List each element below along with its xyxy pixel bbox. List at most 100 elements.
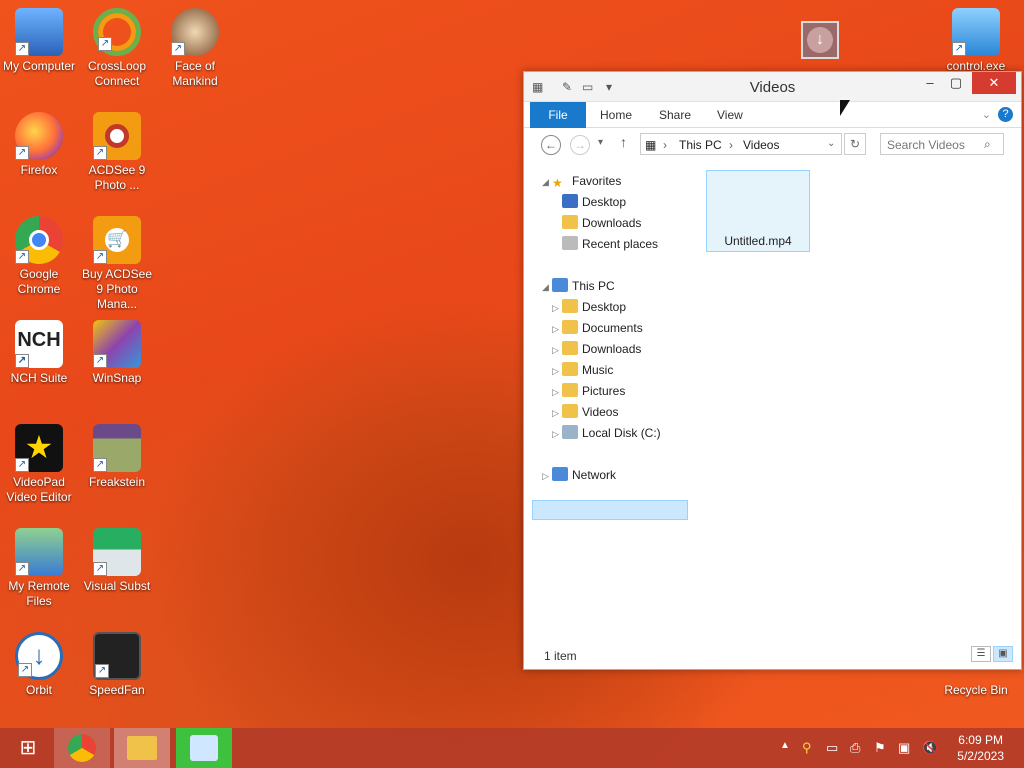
large-icons-view-icon[interactable]: ▣ — [993, 646, 1013, 662]
explorer-window: ▦ ✎ ▭ ▾ Videos – ▢ ✕ File Home Share Vie… — [523, 71, 1022, 670]
desktop-icon-orbit[interactable]: ↓ ↗ Orbit — [0, 632, 78, 698]
mouse-cursor-icon — [840, 100, 850, 116]
desktop-icon-my-remote-files[interactable]: ↗ My Remote Files — [0, 528, 78, 609]
recent-locations-chevron-icon[interactable]: ▾ — [598, 137, 603, 148]
chevron-right-icon: › — [663, 138, 667, 152]
collapsed-icon[interactable]: ▷ — [542, 467, 552, 486]
breadcrumb-videos[interactable]: Videos — [743, 138, 779, 152]
tab-home[interactable]: Home — [590, 102, 642, 128]
search-tray-icon[interactable]: ⚲ — [802, 740, 812, 756]
acdsee-icon: ↗ — [93, 112, 141, 160]
action-center-icon[interactable]: ⚑ — [874, 740, 886, 756]
details-view-icon[interactable]: ☰ — [971, 646, 991, 662]
tree-pc-local-disk[interactable]: ▷ Local Disk (C:) — [552, 424, 661, 443]
network-tray-icon[interactable]: ▣ — [898, 740, 910, 756]
tree-pc-videos[interactable]: ▷ Videos — [552, 403, 618, 422]
tree-pc-desktop[interactable]: ▷ Desktop — [552, 298, 626, 317]
tree-fav-desktop[interactable]: Desktop — [562, 193, 626, 212]
tree-network[interactable]: ▷ Network — [542, 466, 616, 485]
file-explorer-icon — [127, 736, 157, 760]
address-bar[interactable]: ▦ › This PC › Videos ⌄ — [640, 133, 842, 155]
firefox-icon: ↗ — [15, 112, 63, 160]
tree-favorites[interactable]: ◢ ★ Favorites — [542, 172, 621, 191]
tab-file[interactable]: File — [530, 102, 586, 128]
collapsed-icon[interactable]: ▷ — [552, 341, 562, 360]
tree-fav-recent-places[interactable]: Recent places — [562, 235, 658, 254]
collapsed-icon[interactable]: ▷ — [552, 425, 562, 444]
clock[interactable]: 6:09 PM 5/2/2023 — [957, 732, 1004, 764]
back-button[interactable]: ← — [541, 135, 561, 155]
desktop-icon-acdsee[interactable]: ↗ ACDSee 9 Photo ... — [78, 112, 156, 193]
tree-pc-downloads[interactable]: ▷ Downloads — [552, 340, 641, 359]
desktop-icon-chrome[interactable]: ↗ Google Chrome — [0, 216, 78, 297]
help-icon[interactable]: ? — [998, 107, 1013, 122]
monitor-tray-icon[interactable]: ▭ — [826, 740, 838, 756]
desktop-download-tile[interactable]: ↓ — [801, 21, 839, 59]
desktop-icon-freakstein[interactable]: ↗ Freakstein — [78, 424, 156, 490]
expanded-icon[interactable]: ◢ — [542, 173, 552, 192]
tab-view[interactable]: View — [707, 102, 753, 128]
computer-icon: ↗ — [15, 8, 63, 56]
desktop-icon-control-exe[interactable]: ↗ control.exe — [936, 8, 1016, 74]
collapsed-icon[interactable]: ▷ — [552, 404, 562, 423]
expand-ribbon-icon[interactable]: ⌄ — [982, 108, 991, 121]
app-icon — [190, 735, 218, 761]
maximize-button[interactable]: ▢ — [941, 72, 971, 94]
breadcrumb-this-pc[interactable]: This PC — [679, 138, 722, 152]
forward-button[interactable]: → — [570, 135, 590, 155]
desktop-icon-crossloop[interactable]: ↗ CrossLoop Connect — [78, 8, 156, 89]
visual-subst-icon: ↗ — [93, 528, 141, 576]
desktop-folder-icon — [562, 299, 578, 313]
show-hidden-icons-button[interactable]: ▲ — [780, 740, 790, 751]
start-button[interactable]: ⊞ — [0, 728, 56, 768]
desktop-icon-firefox[interactable]: ↗ Firefox — [0, 112, 78, 178]
collapsed-icon[interactable]: ▷ — [552, 383, 562, 402]
tree-pc-pictures[interactable]: ▷ Pictures — [552, 382, 625, 401]
taskbar-chrome-button[interactable] — [54, 728, 110, 768]
volume-muted-icon[interactable]: 🔇 — [922, 740, 938, 756]
desktop-icon-face-of-mankind[interactable]: ↗ Face of Mankind — [156, 8, 234, 89]
chrome-icon: ↗ — [15, 216, 63, 264]
refresh-button[interactable]: ↻ — [844, 133, 866, 155]
desktop-icon-videopad[interactable]: ★ ↗ VideoPad Video Editor — [0, 424, 78, 505]
title-bar[interactable]: ▦ ✎ ▭ ▾ Videos – ▢ ✕ — [524, 72, 1021, 102]
address-dropdown-icon[interactable]: ⌄ — [827, 138, 835, 149]
desktop-icon-speedfan[interactable]: ↗ SpeedFan — [78, 632, 156, 698]
downloads-folder-icon — [562, 341, 578, 355]
videos-folder-icon: ▦ — [645, 138, 657, 152]
ribbon-tabs: File Home Share View ⌄ ? — [524, 102, 1021, 128]
taskbar-app-button[interactable] — [176, 728, 232, 768]
up-button[interactable]: ↑ — [620, 134, 627, 150]
tree-pc-documents[interactable]: ▷ Documents — [552, 319, 643, 338]
tab-share[interactable]: Share — [649, 102, 701, 128]
printer-tray-icon[interactable]: ⎙ — [850, 740, 860, 756]
face-of-mankind-icon: ↗ — [171, 8, 219, 56]
download-arrow-icon: ↓ — [807, 27, 833, 53]
taskbar-explorer-button[interactable] — [114, 728, 170, 768]
navigation-bar: ← → ▾ ↑ ▦ › This PC › Videos ⌄ ↻ Search … — [524, 128, 1021, 160]
collapsed-icon[interactable]: ▷ — [552, 320, 562, 339]
close-button[interactable]: ✕ — [972, 72, 1016, 94]
desktop-icon-nch-suite[interactable]: NCH ↗ NCH Suite — [0, 320, 78, 386]
nch-icon: NCH ↗ — [15, 320, 63, 368]
tree-pc-music[interactable]: ▷ Music — [552, 361, 613, 380]
documents-folder-icon — [562, 320, 578, 334]
collapsed-icon[interactable]: ▷ — [552, 299, 562, 318]
navigation-pane: ◢ ★ Favorites Desktop Downloads Recent pla… — [524, 168, 694, 638]
remote-files-icon: ↗ — [15, 528, 63, 576]
music-folder-icon — [562, 362, 578, 376]
desktop-icon-visual-subst[interactable]: ↗ Visual Subst — [78, 528, 156, 594]
crossloop-icon: ↗ — [93, 8, 141, 56]
desktop-icon-buy-acdsee[interactable]: 🛒 ↗ Buy ACDSee 9 Photo Mana... — [78, 216, 156, 312]
tree-fav-downloads[interactable]: Downloads — [562, 214, 641, 233]
videos-folder-icon — [562, 404, 578, 418]
expanded-icon[interactable]: ◢ — [542, 278, 552, 297]
desktop-icon-my-computer[interactable]: ↗ My Computer — [0, 8, 78, 74]
computer-icon — [552, 278, 568, 292]
star-icon: ★ — [552, 176, 563, 190]
file-item[interactable]: Untitled.mp4 — [706, 170, 810, 252]
collapsed-icon[interactable]: ▷ — [552, 362, 562, 381]
desktop-icon-winsnap[interactable]: ↗ WinSnap — [78, 320, 156, 386]
tree-this-pc[interactable]: ◢ This PC — [542, 277, 615, 296]
clock-date: 5/2/2023 — [957, 749, 1004, 763]
